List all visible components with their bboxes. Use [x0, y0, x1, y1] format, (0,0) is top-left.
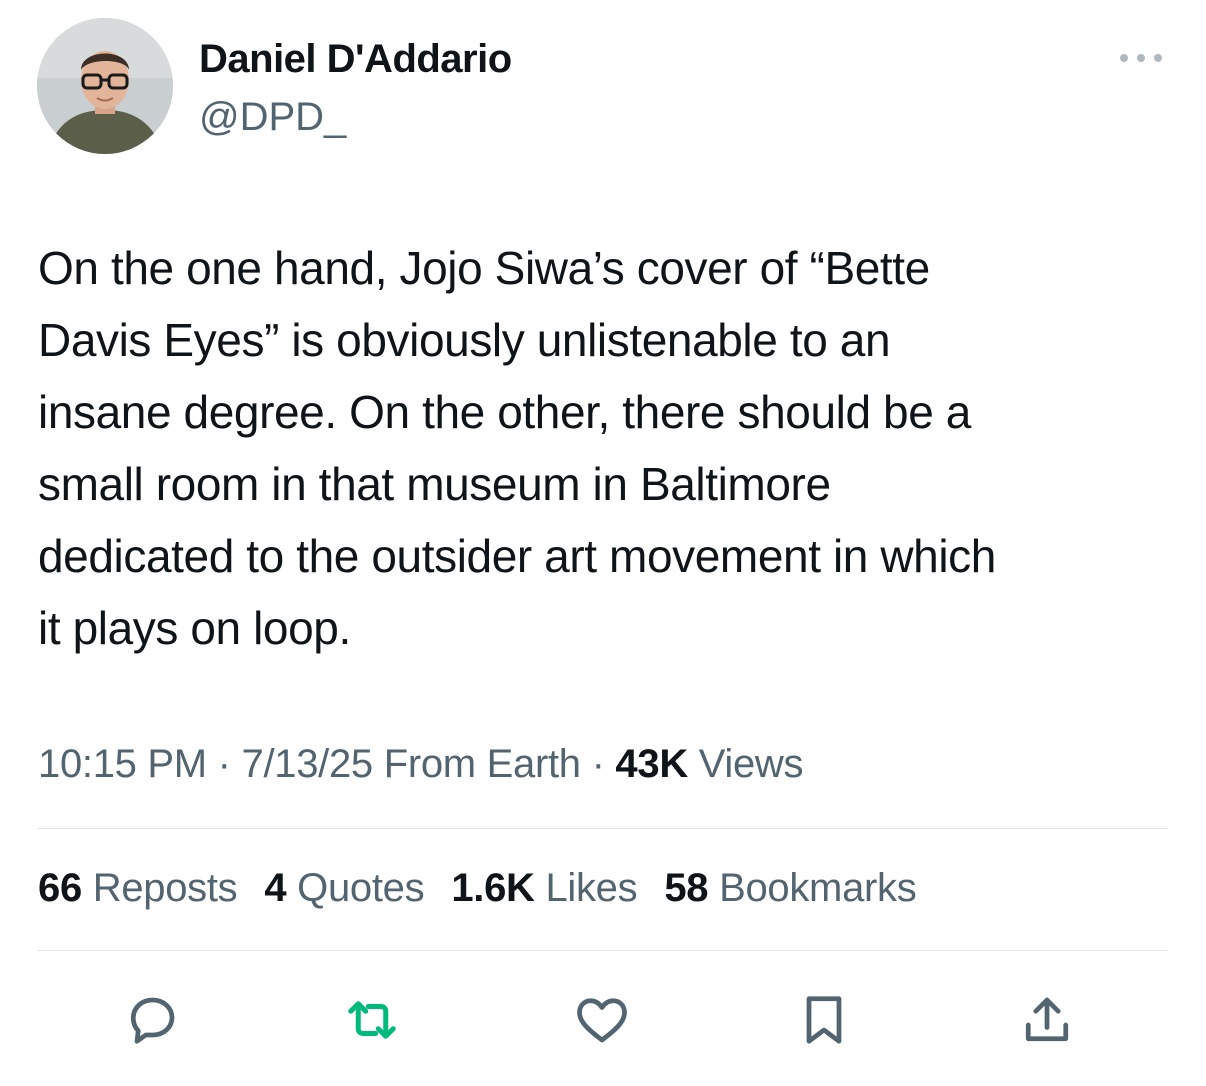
tweet-line: Davis Eyes” is obviously unlistenable to… — [38, 314, 891, 366]
bookmarks-count: 58 — [664, 866, 709, 910]
share-icon — [1025, 997, 1069, 1042]
reposts-stat[interactable]: 66 Reposts — [38, 866, 238, 911]
author-handle[interactable]: @DPD_ — [199, 95, 346, 140]
tweet-line: dedicated to the outsider art movement i… — [38, 530, 996, 582]
tweet-line: it plays on loop. — [38, 602, 351, 654]
likes-stat[interactable]: 1.6K Likes — [451, 866, 637, 911]
divider — [38, 828, 1168, 829]
tweet-time[interactable]: 10:15 PM — [38, 742, 207, 786]
tweet-source: From Earth — [383, 742, 581, 786]
reply-icon — [130, 997, 175, 1044]
heart-icon — [577, 998, 627, 1043]
bookmarks-label: Bookmarks — [719, 866, 917, 910]
repost-button[interactable] — [340, 988, 404, 1052]
bookmark-button[interactable] — [792, 988, 856, 1052]
tweet-date[interactable]: 7/13/25 — [242, 742, 374, 786]
tweet-line: On the one hand, Jojo Siwa’s cover of “B… — [38, 242, 930, 294]
like-button[interactable] — [570, 988, 634, 1052]
tweet-line: insane degree. On the other, there shoul… — [38, 386, 971, 438]
more-horizontal-icon[interactable] — [1116, 48, 1166, 68]
engagement-stats: 66 Reposts 4 Quotes 1.6K Likes 58 Bookma… — [38, 866, 917, 911]
reply-button[interactable] — [120, 988, 184, 1052]
tweet-line: small room in that museum in Baltimore — [38, 458, 831, 510]
share-button[interactable] — [1015, 988, 1079, 1052]
repost-icon — [348, 1001, 396, 1039]
tweet-text: On the one hand, Jojo Siwa’s cover of “B… — [38, 232, 1178, 664]
author-name[interactable]: Daniel D'Addario — [199, 37, 512, 82]
bookmark-icon — [806, 996, 842, 1044]
divider — [38, 950, 1168, 951]
likes-label: Likes — [545, 866, 638, 910]
quotes-count: 4 — [264, 866, 287, 910]
meta-separator: · — [591, 742, 605, 786]
views-count[interactable]: 43K — [615, 742, 688, 786]
tweet-meta: 10:15 PM · 7/13/25 From Earth · 43K View… — [38, 742, 804, 787]
quotes-stat[interactable]: 4 Quotes — [264, 866, 424, 911]
avatar[interactable] — [37, 18, 173, 154]
quotes-label: Quotes — [297, 866, 425, 910]
reposts-label: Reposts — [92, 866, 238, 910]
bookmarks-stat[interactable]: 58 Bookmarks — [664, 866, 916, 911]
meta-separator: · — [217, 742, 231, 786]
likes-count: 1.6K — [451, 866, 535, 910]
reposts-count: 66 — [38, 866, 82, 910]
views-label[interactable]: Views — [699, 742, 804, 786]
